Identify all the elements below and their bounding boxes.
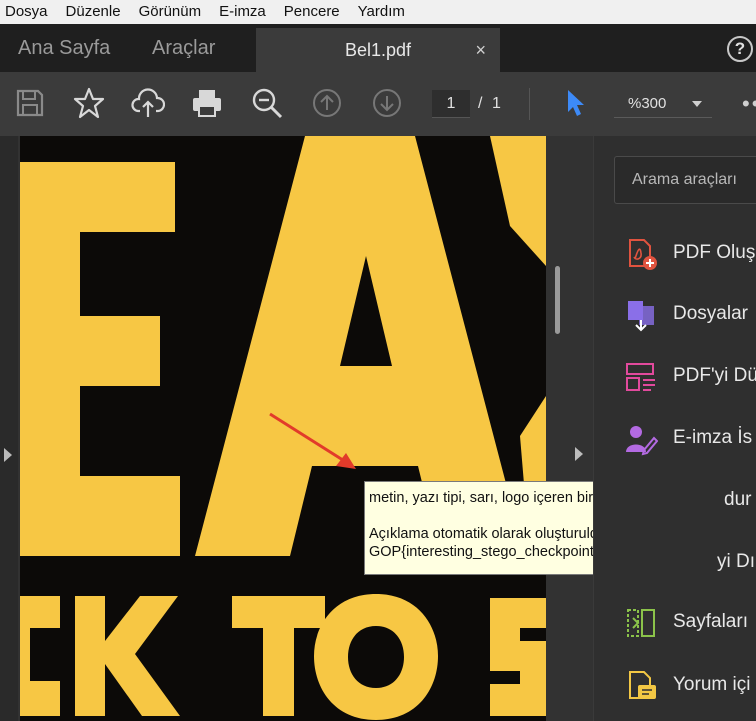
- zoom-dropdown[interactable]: %300: [614, 90, 712, 118]
- edit-pdf-icon: [624, 360, 658, 394]
- pdf-create-icon: [624, 237, 658, 271]
- save-icon[interactable]: [13, 86, 47, 120]
- cloud-upload-icon[interactable]: [131, 86, 165, 120]
- organize-pages-icon: [624, 606, 658, 640]
- tool-export[interactable]: yi Dı: [624, 542, 756, 582]
- tab-home[interactable]: Ana Sayfa: [18, 24, 110, 72]
- menu-yardim[interactable]: Yardım: [349, 0, 414, 24]
- tool-label: PDF Oluş: [673, 242, 756, 263]
- page-down-icon[interactable]: [370, 86, 404, 120]
- menu-pencere[interactable]: Pencere: [275, 0, 349, 24]
- e-sign-icon: [624, 422, 658, 456]
- page-total: 1: [492, 95, 501, 112]
- tools-search-placeholder: Arama araçları: [632, 171, 737, 188]
- zoom-value: %300: [628, 95, 667, 112]
- zoom-out-icon[interactable]: [250, 86, 284, 120]
- pdf-page-image: [20, 136, 546, 721]
- tool-forms[interactable]: dur ve: [624, 480, 756, 520]
- select-cursor-icon[interactable]: [558, 86, 592, 120]
- toolbar: 1 / 1 %300 ••: [0, 72, 756, 136]
- tab-document-title: Bel1.pdf: [344, 40, 412, 60]
- form-icon: [624, 484, 658, 518]
- tool-label: dur ve: [724, 489, 756, 510]
- toolbar-divider: [529, 88, 530, 120]
- tool-combine-files[interactable]: Dosyalar: [624, 294, 756, 334]
- more-options-icon[interactable]: ••: [742, 90, 756, 118]
- comment-icon: [624, 669, 658, 703]
- tools-search-input[interactable]: Arama araçları: [614, 156, 756, 204]
- chevron-down-icon: [692, 101, 702, 107]
- tool-label: yi Dı: [717, 551, 755, 572]
- page-separator: /: [478, 95, 483, 112]
- menu-e-imza[interactable]: E-imza: [210, 0, 275, 24]
- print-icon[interactable]: [190, 86, 224, 120]
- vertical-scrollbar[interactable]: [555, 266, 560, 334]
- tab-bar: Ana Sayfa Araçlar Bel1.pdf × ?: [0, 24, 756, 72]
- tool-label: Yorum içi: [673, 674, 751, 695]
- combine-files-icon: [624, 298, 658, 332]
- tab-tools[interactable]: Araçlar: [152, 24, 215, 72]
- close-icon[interactable]: ×: [475, 28, 486, 72]
- tool-create-pdf[interactable]: PDF Oluş: [624, 233, 756, 273]
- tool-label: Sayfaları: [673, 611, 748, 632]
- menu-duzenle[interactable]: Düzenle: [57, 0, 130, 24]
- star-icon[interactable]: [72, 86, 106, 120]
- menu-bar: Dosya Düzenle Görünüm E-imza Pencere Yar…: [0, 0, 756, 24]
- page-number-input[interactable]: 1: [432, 90, 470, 118]
- page-up-icon[interactable]: [310, 86, 344, 120]
- menu-gorunum[interactable]: Görünüm: [130, 0, 211, 24]
- tool-label: PDF'yi Dü: [673, 365, 756, 386]
- left-panel-toggle[interactable]: [0, 136, 18, 721]
- tool-comment[interactable]: Yorum içi: [624, 665, 756, 705]
- help-icon[interactable]: ?: [727, 36, 753, 62]
- tool-label: Dosyalar: [673, 303, 748, 324]
- export-icon: [624, 546, 658, 580]
- menu-dosya[interactable]: Dosya: [0, 0, 57, 24]
- tool-organize-pages[interactable]: Sayfaları: [624, 602, 756, 642]
- tool-e-sign[interactable]: E-imza İs: [624, 418, 756, 458]
- right-panel-toggle-icon[interactable]: [575, 447, 583, 461]
- tab-document[interactable]: Bel1.pdf ×: [256, 28, 500, 72]
- tool-label: E-imza İs: [673, 427, 753, 448]
- chevron-right-icon: [4, 448, 12, 462]
- tool-edit-pdf[interactable]: PDF'yi Dü: [624, 356, 756, 396]
- tools-pane: Arama araçları PDF Oluş Dosyalar PDF'yi …: [593, 136, 756, 721]
